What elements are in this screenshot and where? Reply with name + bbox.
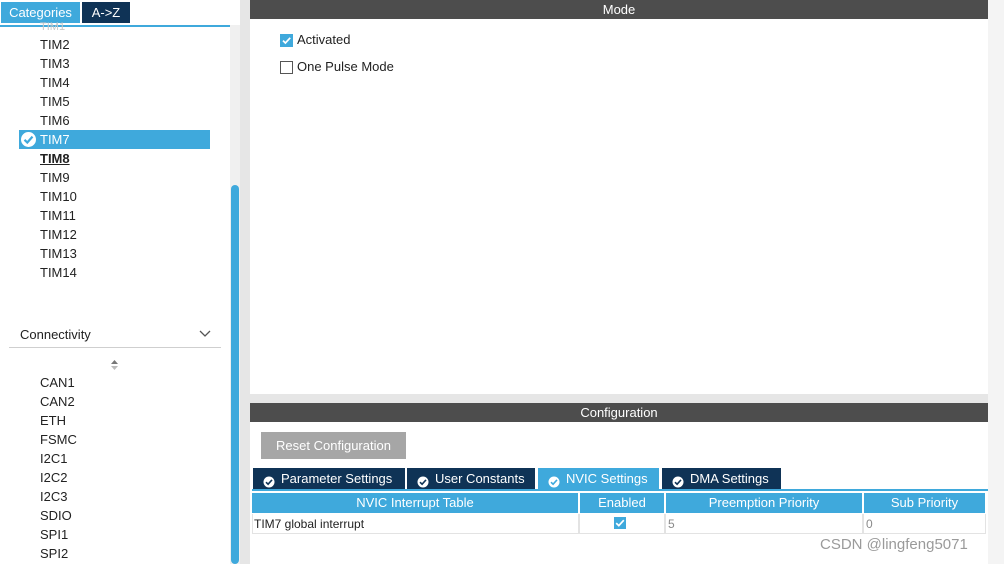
sidebar-item-tim7[interactable]: TIM7: [19, 130, 210, 149]
mode-header: Mode: [250, 0, 988, 19]
cell-interrupt-name: TIM7 global interrupt: [252, 514, 579, 534]
tab-user-constants[interactable]: User Constants: [407, 468, 535, 490]
column-header-sub-priority[interactable]: Sub Priority: [864, 493, 985, 513]
column-header-preemption-priority[interactable]: Preemption Priority: [666, 493, 862, 513]
sidebar-item-tim5[interactable]: TIM5: [40, 92, 70, 111]
activated-label: Activated: [297, 32, 351, 47]
tab-label: DMA Settings: [690, 471, 769, 486]
sidebar-scrollbar-thumb[interactable]: [231, 185, 239, 564]
tab-label: NVIC Settings: [566, 471, 648, 486]
mode-panel: [250, 19, 988, 394]
sidebar-item-tim2[interactable]: TIM2: [40, 35, 70, 54]
sidebar-item-i2c1[interactable]: I2C1: [40, 449, 67, 468]
sidebar-item-tim3[interactable]: TIM3: [40, 54, 70, 73]
preemption-priority-field[interactable]: 5: [665, 514, 863, 534]
sort-icon[interactable]: [110, 359, 119, 374]
sidebar-item-i2c3[interactable]: I2C3: [40, 487, 67, 506]
one-pulse-mode-checkbox[interactable]: [280, 61, 293, 74]
sidebar-item-spi2[interactable]: SPI2: [40, 544, 68, 563]
check-circle-icon: [263, 473, 275, 488]
check-circle-icon: [672, 473, 684, 488]
sidebar-item-tim12[interactable]: TIM12: [40, 225, 77, 244]
check-circle-icon: [548, 473, 560, 488]
tab-categories[interactable]: Categories: [1, 2, 80, 23]
categories-panel: Categories A->Z TIM1 TIM2 TIM3 TIM4 TIM5…: [0, 0, 240, 564]
sidebar-tabs: Categories A->Z: [0, 0, 240, 27]
sidebar-item-sdio[interactable]: SDIO: [40, 506, 72, 525]
sidebar-item-tim13[interactable]: TIM13: [40, 244, 77, 263]
sidebar-item-tim8[interactable]: TIM8: [40, 149, 70, 168]
sidebar-item-label: TIM7: [40, 132, 70, 147]
tab-underline: [252, 489, 988, 491]
tab-nvic-settings[interactable]: NVIC Settings: [538, 468, 659, 490]
check-circle-icon: [417, 473, 429, 488]
tab-label: User Constants: [435, 471, 525, 486]
sidebar-item-tim4[interactable]: TIM4: [40, 73, 70, 92]
sidebar-item-tim10[interactable]: TIM10: [40, 187, 77, 206]
panel-splitter[interactable]: [240, 0, 250, 564]
right-margin: [988, 0, 1004, 564]
sidebar-item-can1[interactable]: CAN1: [40, 373, 75, 392]
category-label: Connectivity: [20, 327, 91, 342]
sidebar-item-tim11[interactable]: TIM11: [40, 206, 76, 225]
tab-parameter-settings[interactable]: Parameter Settings: [253, 468, 405, 490]
sidebar-item-tim6[interactable]: TIM6: [40, 111, 70, 130]
enabled-checkbox[interactable]: [614, 517, 626, 529]
tab-label: Parameter Settings: [281, 471, 393, 486]
category-connectivity[interactable]: Connectivity: [9, 324, 221, 348]
sidebar-item-tim14[interactable]: TIM14: [40, 263, 77, 282]
column-header-nvic-interrupt-table[interactable]: NVIC Interrupt Table: [252, 493, 578, 513]
check-circle-icon: [21, 132, 36, 147]
sub-priority-field[interactable]: 0: [863, 514, 986, 534]
sidebar-item-tim1[interactable]: TIM1: [40, 22, 65, 32]
sidebar-item-eth[interactable]: ETH: [40, 411, 66, 430]
configuration-header: Configuration: [250, 403, 988, 422]
sidebar-item-i2c2[interactable]: I2C2: [40, 468, 67, 487]
activated-checkbox[interactable]: [280, 34, 293, 47]
watermark: CSDN @lingfeng5071: [820, 536, 968, 553]
reset-configuration-button[interactable]: Reset Configuration: [261, 432, 406, 459]
sidebar-item-can2[interactable]: CAN2: [40, 392, 75, 411]
tab-a-to-z[interactable]: A->Z: [82, 2, 130, 23]
one-pulse-mode-label: One Pulse Mode: [297, 59, 394, 74]
tab-dma-settings[interactable]: DMA Settings: [662, 468, 781, 490]
sidebar-item-fsmc[interactable]: FSMC: [40, 430, 77, 449]
column-header-enabled[interactable]: Enabled: [580, 493, 664, 513]
horizontal-splitter[interactable]: [250, 394, 988, 403]
sidebar-item-tim9[interactable]: TIM9: [40, 168, 70, 187]
chevron-down-icon: [199, 326, 211, 345]
sidebar-item-spi1[interactable]: SPI1: [40, 525, 68, 544]
